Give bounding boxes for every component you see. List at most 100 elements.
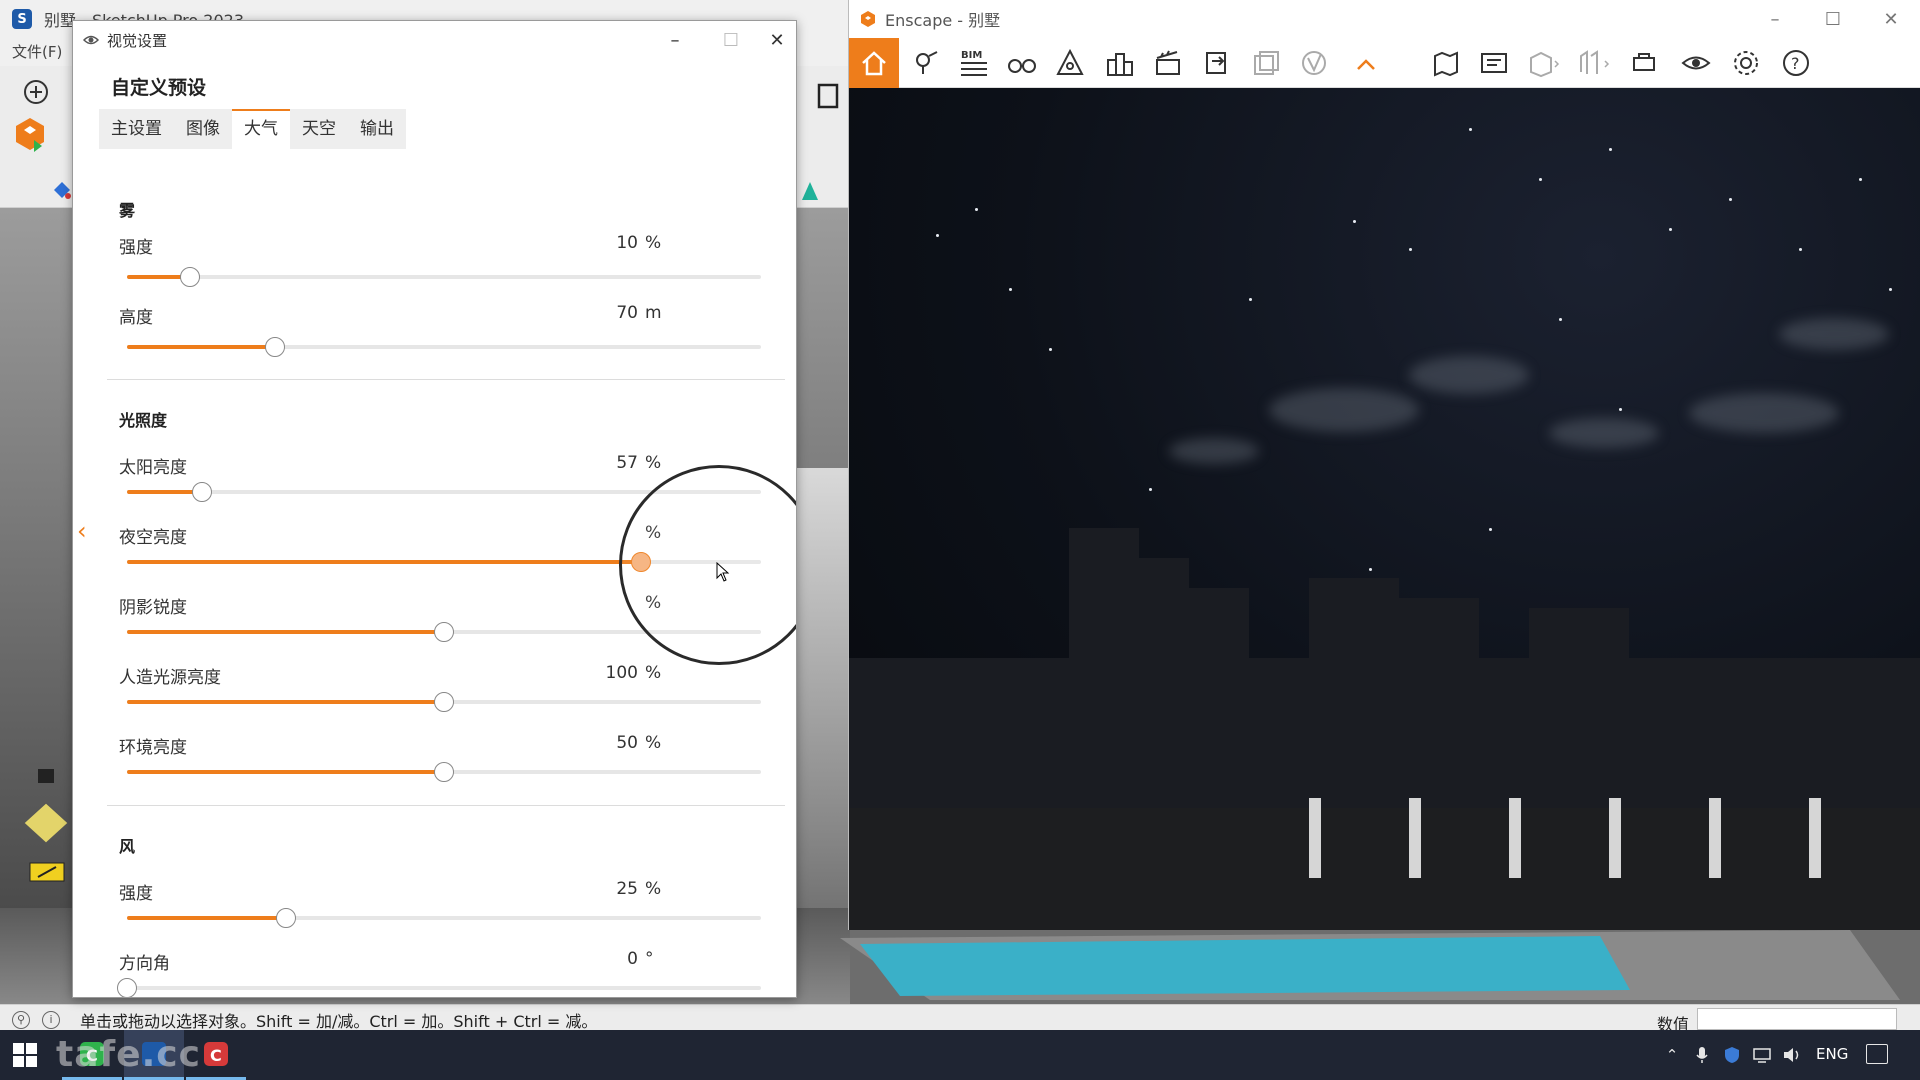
settings-tabs: 主设置 图像 大气 天空 输出 <box>99 109 406 149</box>
geolocation-icon[interactable]: ⚲ <box>12 1010 30 1029</box>
ambient-brightness-slider[interactable] <box>127 762 761 782</box>
mouse-cursor-icon <box>716 562 730 582</box>
enscape-title: Enscape - 别墅 <box>885 11 1001 30</box>
chevron-left-icon[interactable]: ‹ <box>77 517 87 545</box>
screenshot-icon[interactable] <box>1195 40 1241 86</box>
cloud <box>1549 418 1659 448</box>
visibility-icon[interactable] <box>1673 40 1719 86</box>
star <box>1799 248 1802 251</box>
sun-path-icon[interactable] <box>1571 40 1617 86</box>
asset-library-icon[interactable] <box>1521 40 1567 86</box>
view-management-icon[interactable] <box>903 40 949 86</box>
network-icon[interactable] <box>1752 1045 1772 1065</box>
notification-center-icon[interactable] <box>1866 1044 1888 1064</box>
tab-image[interactable]: 图像 <box>174 109 232 149</box>
cloud <box>1689 393 1839 433</box>
page-icon[interactable] <box>808 76 848 116</box>
night-sky-brightness-label: 夜空亮度 <box>119 528 187 548</box>
enscape-toolbar: BIM ? <box>849 38 1920 88</box>
skyline-base <box>849 658 1920 828</box>
slider-thumb[interactable] <box>275 908 296 928</box>
chevron-up-icon[interactable]: ⌃ <box>1662 1045 1682 1065</box>
home-icon[interactable] <box>849 38 899 88</box>
input-language[interactable]: ENG <box>1816 1045 1848 1063</box>
clapperboard-icon[interactable] <box>1145 40 1191 86</box>
tab-atmosphere[interactable]: 大气 <box>232 109 290 149</box>
slider-thumb[interactable] <box>117 978 137 997</box>
star <box>1889 288 1892 291</box>
slider-thumb[interactable] <box>434 622 454 642</box>
shadow-sharpness-label: 阴影锐度 <box>119 598 187 618</box>
close-icon[interactable]: ✕ <box>749 21 796 59</box>
render-viewport[interactable] <box>849 88 1920 930</box>
add-circle-icon[interactable] <box>16 72 56 112</box>
railing-post <box>1809 798 1821 878</box>
chevron-up-icon[interactable] <box>1343 40 1389 86</box>
wind-intensity-slider[interactable] <box>127 908 761 928</box>
railing-post <box>1509 798 1521 878</box>
tent-icon[interactable] <box>1047 40 1093 86</box>
batch-render-icon[interactable] <box>1243 40 1289 86</box>
fog-intensity-value[interactable]: 10 <box>578 233 638 253</box>
minimize-icon[interactable]: – <box>1745 0 1805 38</box>
wind-direction-slider[interactable] <box>117 978 761 997</box>
ambient-brightness-value[interactable]: 50 <box>578 733 638 753</box>
bim-icon[interactable]: BIM <box>951 40 997 86</box>
material-editor-icon[interactable] <box>1471 40 1517 86</box>
cloud <box>1169 438 1259 464</box>
star <box>1859 178 1862 181</box>
artificial-light-value[interactable]: 100 <box>578 663 638 683</box>
help-icon[interactable]: ? <box>1773 40 1819 86</box>
preset-name[interactable]: 自定义预设 <box>111 73 206 100</box>
shield-icon[interactable] <box>1722 1045 1742 1065</box>
menu-file[interactable]: 文件(F) <box>12 43 62 61</box>
tab-output[interactable]: 输出 <box>348 109 406 149</box>
windows-start-icon[interactable] <box>12 1042 38 1068</box>
status-hint: 单击或拖动以选择对象。Shift = 加/减。Ctrl = 加。Shift + … <box>80 1011 598 1031</box>
maximize-icon[interactable]: ☐ <box>1803 0 1863 38</box>
dialog-titlebar[interactable]: 视觉设置 – ☐ ✕ <box>73 21 796 59</box>
slider-thumb[interactable] <box>434 692 454 712</box>
tab-sky[interactable]: 天空 <box>290 109 348 149</box>
star <box>1559 318 1562 321</box>
star <box>1619 408 1622 411</box>
measurements-input[interactable] <box>1697 1008 1897 1030</box>
railing-post <box>1409 798 1421 878</box>
star <box>1669 228 1672 231</box>
fog-height-slider[interactable] <box>127 337 761 357</box>
enscape-logo-icon <box>861 11 875 27</box>
volume-icon[interactable] <box>1782 1045 1802 1065</box>
slider-thumb[interactable] <box>191 482 212 502</box>
slider-thumb[interactable] <box>180 267 201 287</box>
vr-icon[interactable] <box>1291 40 1337 86</box>
wind-direction-value[interactable]: 0 <box>578 949 638 969</box>
railing-post <box>1709 798 1721 878</box>
slider-fill <box>127 490 202 494</box>
pool-model <box>840 930 1900 1000</box>
enscape-start-icon[interactable] <box>10 114 50 154</box>
tab-main[interactable]: 主设置 <box>99 109 174 149</box>
wind-direction-unit: ° <box>645 949 654 969</box>
minimize-icon[interactable]: – <box>647 21 703 59</box>
sun-brightness-value[interactable]: 57 <box>578 453 638 473</box>
cloud <box>1779 318 1889 350</box>
wind-intensity-value[interactable]: 25 <box>578 879 638 899</box>
artificial-light-slider[interactable] <box>127 692 761 712</box>
close-icon[interactable]: ✕ <box>1861 0 1920 38</box>
sun-brightness-unit: % <box>645 453 662 473</box>
gear-icon[interactable] <box>1723 40 1769 86</box>
microphone-icon[interactable] <box>1692 1045 1712 1065</box>
slider-thumb[interactable] <box>264 337 285 357</box>
railing-post <box>1309 798 1321 878</box>
info-icon[interactable]: i <box>42 1010 60 1029</box>
fog-height-value[interactable]: 70 <box>578 303 638 323</box>
slider-thumb[interactable] <box>434 762 454 782</box>
divider <box>107 805 785 806</box>
star <box>1489 528 1492 531</box>
fog-intensity-slider[interactable] <box>127 267 761 287</box>
buildings-icon[interactable] <box>1097 40 1143 86</box>
binoculars-icon[interactable] <box>999 40 1045 86</box>
cloud <box>1269 388 1419 432</box>
map-pin-icon[interactable] <box>1423 40 1469 86</box>
upload-icon[interactable] <box>1621 40 1667 86</box>
